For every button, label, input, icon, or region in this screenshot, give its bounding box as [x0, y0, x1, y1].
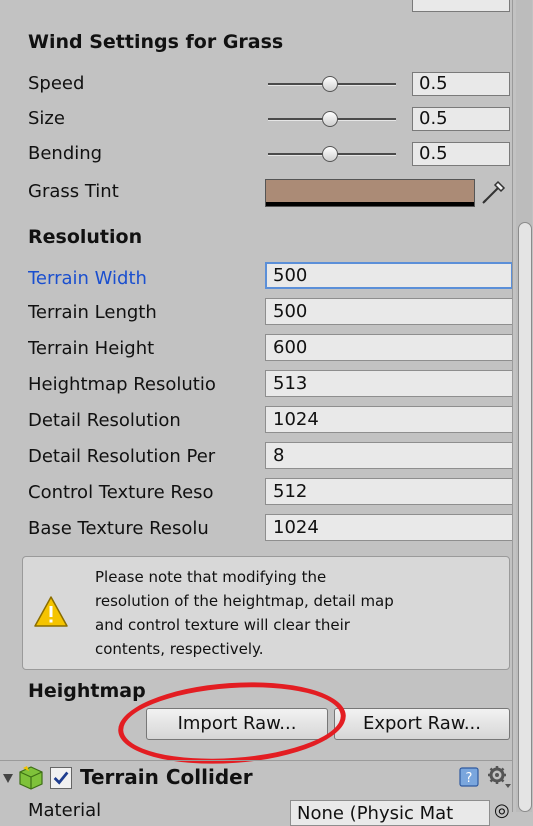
- terrain-height-label: Terrain Height: [28, 338, 155, 359]
- grass-tint-label: Grass Tint: [28, 181, 119, 202]
- slider-thumb[interactable]: [322, 111, 338, 127]
- material-label: Material: [28, 800, 102, 821]
- inspector-panel: Wind Settings for Grass Speed 0.5 Size 0…: [0, 0, 513, 826]
- terrain-length-label: Terrain Length: [28, 302, 157, 323]
- slider-thumb[interactable]: [322, 76, 338, 92]
- resolution-title: Resolution: [28, 226, 143, 248]
- wind-settings-title: Wind Settings for Grass: [28, 31, 284, 53]
- warning-icon: [34, 596, 68, 627]
- heightmap-resolution-label: Heightmap Resolutio: [28, 374, 216, 395]
- svg-text:?: ?: [466, 771, 473, 786]
- detail-resolution-per-field[interactable]: 8: [265, 442, 513, 469]
- size-field[interactable]: 0.5: [412, 107, 510, 131]
- vertical-scrollbar[interactable]: [512, 0, 533, 812]
- base-texture-field[interactable]: 1024: [265, 514, 513, 541]
- speed-slider[interactable]: [268, 74, 396, 94]
- help-line: contents, respectively.: [95, 640, 264, 658]
- control-texture-label: Control Texture Reso: [28, 482, 214, 503]
- foldout-arrow-icon[interactable]: [2, 771, 14, 785]
- size-slider[interactable]: [268, 109, 396, 129]
- speed-label: Speed: [28, 73, 85, 94]
- control-texture-field[interactable]: 512: [265, 478, 513, 505]
- terrain-length-field[interactable]: 500: [265, 298, 513, 325]
- detail-resolution-field[interactable]: 1024: [265, 406, 513, 433]
- size-label: Size: [28, 108, 65, 129]
- bending-slider[interactable]: [268, 144, 396, 164]
- object-picker-icon[interactable]: ◎: [494, 800, 510, 821]
- slider-thumb[interactable]: [322, 146, 338, 162]
- help-text: Please note that modifying the resolutio…: [95, 565, 503, 661]
- partial-top-slider[interactable]: [268, 0, 396, 8]
- partial-top-field[interactable]: [412, 0, 510, 12]
- material-object-field[interactable]: None (Physic Mat: [290, 800, 490, 826]
- heightmap-resolution-field[interactable]: 513: [265, 370, 513, 397]
- component-divider: [0, 760, 512, 761]
- terrain-height-field[interactable]: 600: [265, 334, 513, 361]
- help-line: and control texture will clear their: [95, 616, 350, 634]
- eyedropper-icon[interactable]: [478, 176, 510, 208]
- base-texture-label: Base Texture Resolu: [28, 518, 209, 539]
- terrain-width-field[interactable]: 500: [265, 262, 513, 289]
- bending-field[interactable]: 0.5: [412, 142, 510, 166]
- grass-tint-swatch[interactable]: [265, 179, 475, 207]
- checkmark-icon: [53, 771, 69, 785]
- detail-resolution-per-label: Detail Resolution Per: [28, 446, 216, 467]
- help-line: Please note that modifying the: [95, 568, 327, 586]
- detail-resolution-label: Detail Resolution: [28, 410, 181, 431]
- heightmap-title: Heightmap: [28, 680, 146, 702]
- speed-field[interactable]: 0.5: [412, 72, 510, 96]
- bending-label: Bending: [28, 143, 103, 164]
- resolution-help-box: Please note that modifying the resolutio…: [22, 556, 510, 670]
- annotation-ellipse: [115, 675, 349, 771]
- terrain-width-label: Terrain Width: [28, 268, 147, 289]
- help-line: resolution of the heightmap, detail map: [95, 592, 394, 610]
- terrain-collider-enabled-checkbox[interactable]: [50, 767, 72, 789]
- help-book-icon[interactable]: ?: [458, 766, 480, 788]
- terrain-collider-icon: [19, 766, 43, 790]
- export-raw-button[interactable]: Export Raw...: [334, 708, 510, 740]
- gear-icon[interactable]: [486, 764, 512, 790]
- scrollbar-thumb[interactable]: [518, 222, 532, 812]
- terrain-collider-title: Terrain Collider: [80, 765, 253, 789]
